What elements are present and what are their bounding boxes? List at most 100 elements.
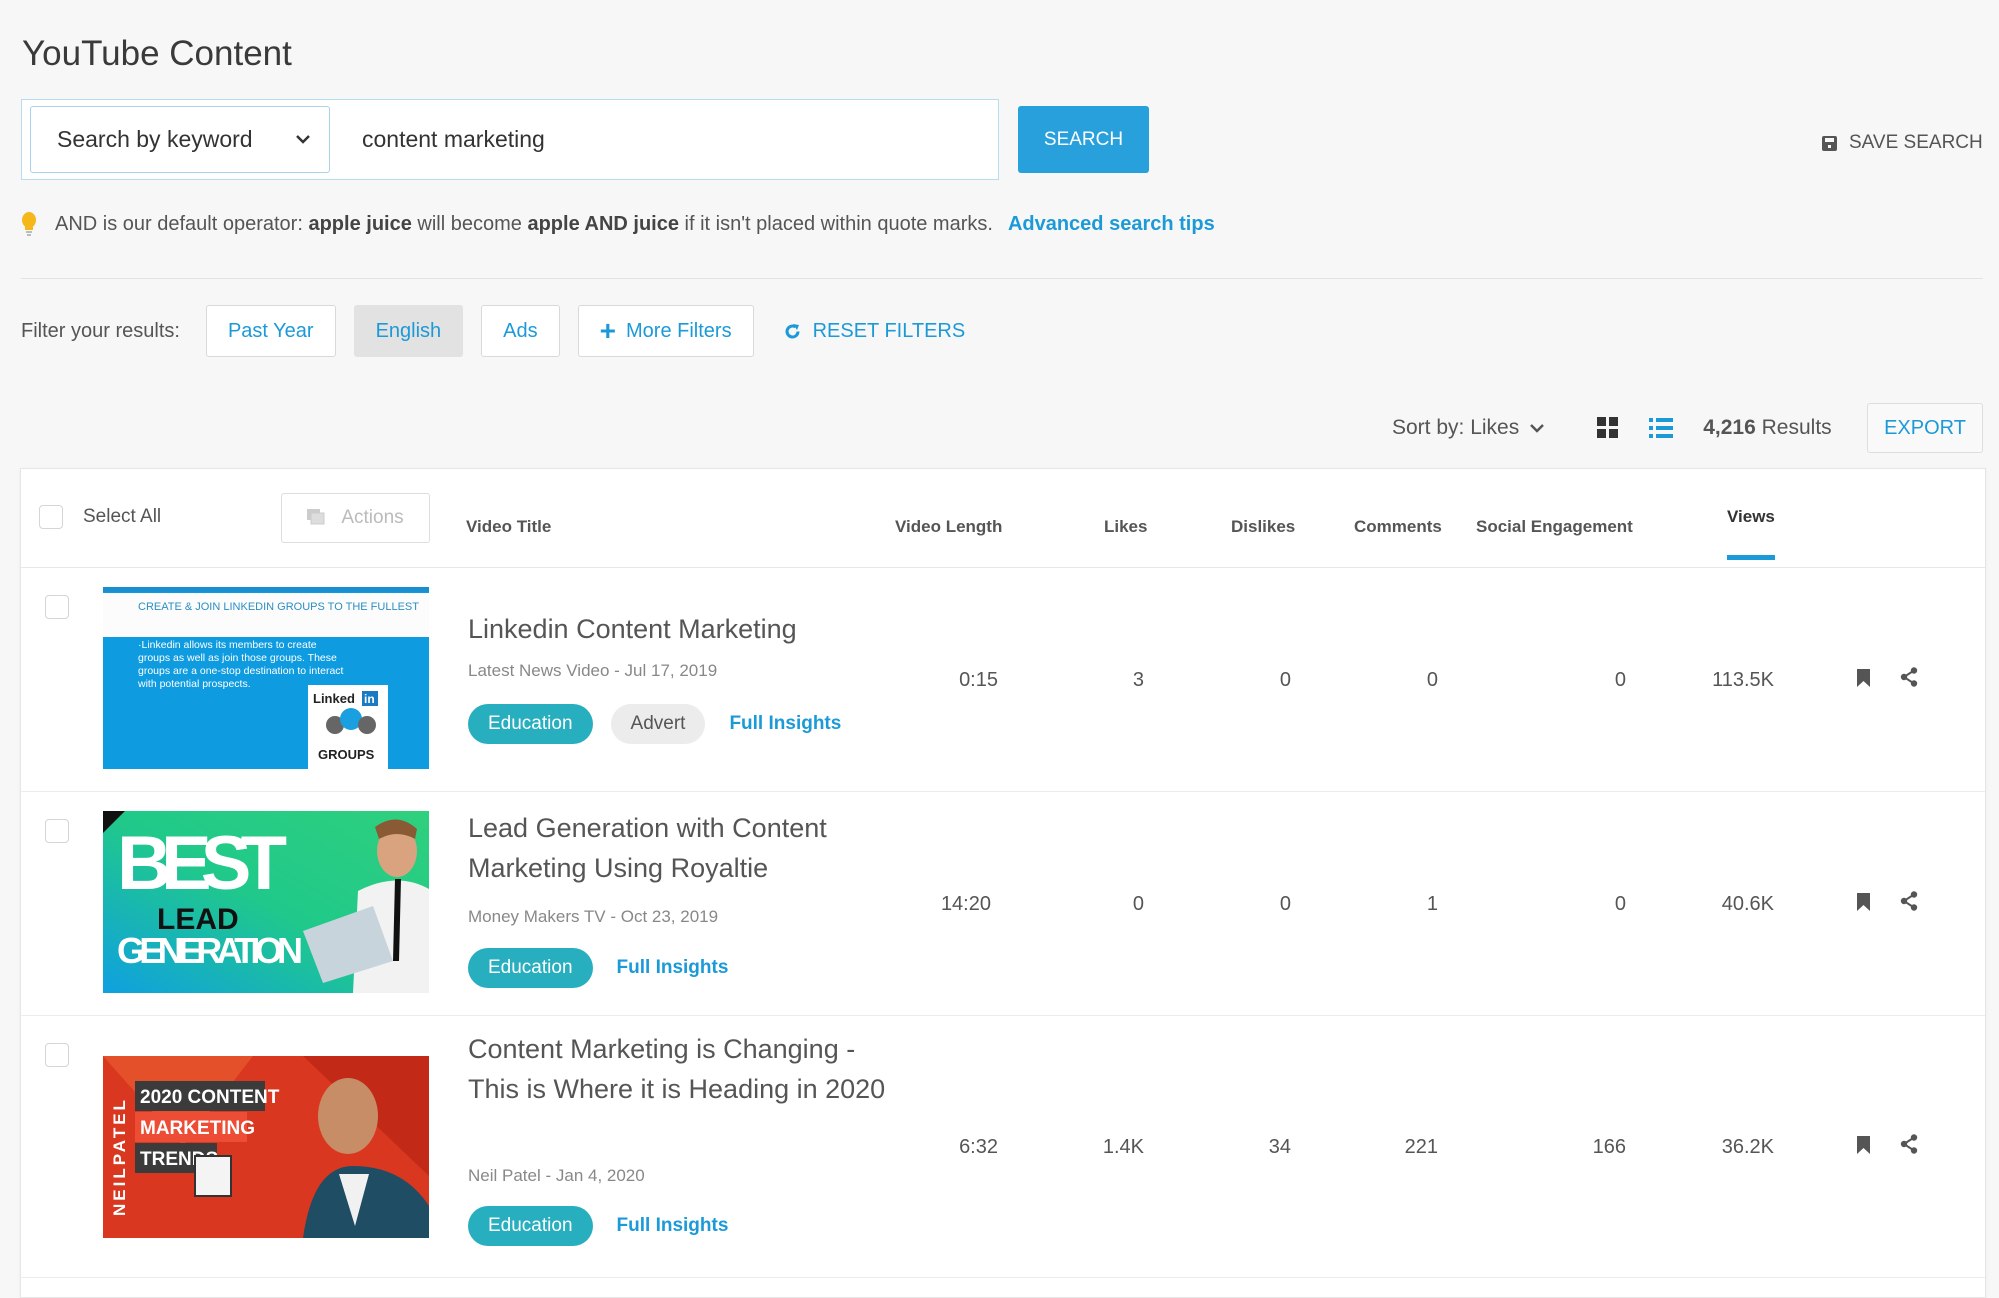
video-thumbnail[interactable]: NEILPATEL 2020 CONTENT MARKETING TRENDS bbox=[103, 1056, 429, 1238]
column-comments[interactable]: Comments bbox=[1354, 517, 1442, 537]
video-title[interactable]: Content Marketing is Changing - This is … bbox=[468, 1029, 888, 1109]
thumb-body: ·Linkedin allows its members to create g… bbox=[138, 639, 344, 690]
save-search-label: SAVE SEARCH bbox=[1849, 132, 1983, 153]
share-icon[interactable] bbox=[1900, 1134, 1918, 1154]
full-insights-link[interactable]: Full Insights bbox=[729, 713, 841, 735]
refresh-icon bbox=[785, 323, 800, 338]
actions-button[interactable]: Actions bbox=[281, 493, 430, 543]
search-hint: AND is our default operator: apple juice… bbox=[21, 210, 1215, 238]
cell-length: 0:15 bbox=[959, 669, 998, 691]
video-tags: Education Full Insights bbox=[468, 1206, 728, 1246]
video-tags: Education Advert Full Insights bbox=[468, 704, 841, 744]
bookmark-icon[interactable] bbox=[1857, 669, 1870, 687]
search-button[interactable]: SEARCH bbox=[1018, 106, 1149, 173]
list-view-icon[interactable] bbox=[1649, 417, 1674, 439]
sort-indicator bbox=[1727, 555, 1775, 560]
chevron-down-icon bbox=[1530, 424, 1545, 433]
page-title: YouTube Content bbox=[22, 34, 292, 73]
filter-label: Filter your results: bbox=[21, 319, 180, 342]
video-tags: Education Full Insights bbox=[468, 948, 728, 988]
filter-bar: Filter your results: Past Year English A… bbox=[21, 305, 965, 357]
cell-social: 0 bbox=[1614, 893, 1626, 915]
bookmark-icon[interactable] bbox=[1857, 893, 1870, 911]
divider bbox=[21, 278, 1983, 279]
cell-views: 36.2K bbox=[1721, 1136, 1774, 1158]
save-icon bbox=[1822, 135, 1837, 151]
table-row: BEST LEAD GENERATION Lead Generation wit… bbox=[21, 792, 1985, 1016]
reset-filters-button[interactable]: RESET FILTERS bbox=[784, 319, 966, 343]
tag-education[interactable]: Education bbox=[468, 948, 593, 988]
results-label: Results bbox=[1761, 416, 1832, 439]
column-dislikes[interactable]: Dislikes bbox=[1231, 517, 1295, 537]
column-video-length[interactable]: Video Length bbox=[895, 517, 1002, 537]
grid-view-icon[interactable] bbox=[1597, 417, 1619, 439]
table-row: CREATE & JOIN LINKEDIN GROUPS TO THE FUL… bbox=[21, 568, 1985, 792]
cell-comments: 221 bbox=[1404, 1136, 1438, 1158]
cell-dislikes: 0 bbox=[1279, 893, 1291, 915]
column-likes[interactable]: Likes bbox=[1104, 517, 1147, 537]
share-icon[interactable] bbox=[1900, 667, 1918, 687]
full-insights-link[interactable]: Full Insights bbox=[617, 957, 729, 979]
select-all-checkbox[interactable] bbox=[39, 505, 63, 529]
search-input[interactable] bbox=[362, 106, 982, 173]
results-number: 4,216 bbox=[1703, 416, 1756, 439]
column-views[interactable]: Views bbox=[1727, 507, 1775, 527]
cell-views: 40.6K bbox=[1721, 893, 1774, 915]
lightbulb-icon bbox=[22, 212, 36, 236]
thumb-badge: GROUPS bbox=[318, 747, 375, 762]
results-toolbar: Sort by: Likes 4,216 Results bbox=[1392, 413, 1832, 443]
video-meta: Latest News Video - Jul 17, 2019 bbox=[468, 661, 718, 680]
video-meta: Neil Patel - Jan 4, 2020 bbox=[468, 1166, 645, 1185]
hint-prefix: AND is our default operator: bbox=[55, 212, 303, 235]
thumbnail-image: NEILPATEL 2020 CONTENT MARKETING TRENDS bbox=[103, 1056, 429, 1238]
export-button[interactable]: EXPORT bbox=[1867, 403, 1983, 453]
thumb-line-2: MARKETING bbox=[140, 1118, 255, 1139]
row-checkbox[interactable] bbox=[45, 595, 69, 619]
hint-example-1: apple juice bbox=[308, 212, 412, 235]
video-thumbnail[interactable]: BEST LEAD GENERATION bbox=[103, 811, 429, 993]
cell-likes: 3 bbox=[1132, 669, 1144, 691]
chevron-down-icon bbox=[296, 135, 310, 144]
tag-education[interactable]: Education bbox=[468, 704, 593, 744]
plus-icon: + bbox=[599, 315, 616, 346]
tag-advert[interactable]: Advert bbox=[610, 704, 706, 744]
search-bar: Search by keyword bbox=[21, 99, 999, 180]
select-all[interactable]: Select All bbox=[39, 505, 161, 529]
full-insights-link[interactable]: Full Insights bbox=[617, 1215, 729, 1237]
cell-views: 113.5K bbox=[1712, 669, 1774, 691]
thumb-logo: Linked bbox=[313, 691, 355, 706]
advanced-search-tips-link[interactable]: Advanced search tips bbox=[1008, 213, 1215, 236]
search-mode-select[interactable]: Search by keyword bbox=[30, 106, 330, 173]
filter-past-year[interactable]: Past Year bbox=[205, 305, 336, 357]
cell-social: 0 bbox=[1614, 669, 1626, 691]
reset-filters-label: RESET FILTERS bbox=[812, 319, 966, 342]
filter-ads[interactable]: Ads bbox=[481, 305, 560, 357]
cell-comments: 1 bbox=[1426, 893, 1438, 915]
sort-dropdown[interactable]: Sort by: Likes bbox=[1392, 416, 1545, 440]
video-meta: Money Makers TV - Oct 23, 2019 bbox=[468, 907, 719, 926]
video-title[interactable]: Lead Generation with Content Marketing U… bbox=[468, 808, 888, 888]
hint-suffix: if it isn't placed within quote marks. bbox=[684, 212, 993, 235]
hint-example-2: apple AND juice bbox=[527, 212, 679, 235]
thumb-heading: CREATE & JOIN LINKEDIN GROUPS TO THE FUL… bbox=[138, 601, 419, 613]
row-checkbox[interactable] bbox=[45, 1043, 69, 1067]
video-title[interactable]: Linkedin Content Marketing bbox=[468, 609, 888, 649]
search-mode-label: Search by keyword bbox=[57, 126, 253, 152]
save-search-button[interactable]: SAVE SEARCH bbox=[1822, 130, 1983, 156]
thumb-line-1: BEST bbox=[117, 821, 287, 906]
thumb-line-3: GENERATION bbox=[117, 930, 303, 971]
results-count: 4,216 Results bbox=[1703, 416, 1831, 440]
column-video-title[interactable]: Video Title bbox=[466, 517, 551, 537]
row-checkbox[interactable] bbox=[45, 819, 69, 843]
filter-english[interactable]: English bbox=[353, 305, 464, 357]
sort-label: Sort by: Likes bbox=[1392, 416, 1520, 439]
actions-label: Actions bbox=[341, 507, 404, 528]
share-icon[interactable] bbox=[1900, 891, 1918, 911]
more-filters-button[interactable]: + More Filters bbox=[577, 305, 754, 357]
select-all-label: Select All bbox=[83, 506, 162, 527]
video-thumbnail[interactable]: CREATE & JOIN LINKEDIN GROUPS TO THE FUL… bbox=[103, 587, 429, 769]
column-social-engagement[interactable]: Social Engagement bbox=[1476, 517, 1633, 537]
bookmark-icon[interactable] bbox=[1857, 1136, 1870, 1154]
copy-icon bbox=[307, 509, 325, 525]
tag-education[interactable]: Education bbox=[468, 1206, 593, 1246]
